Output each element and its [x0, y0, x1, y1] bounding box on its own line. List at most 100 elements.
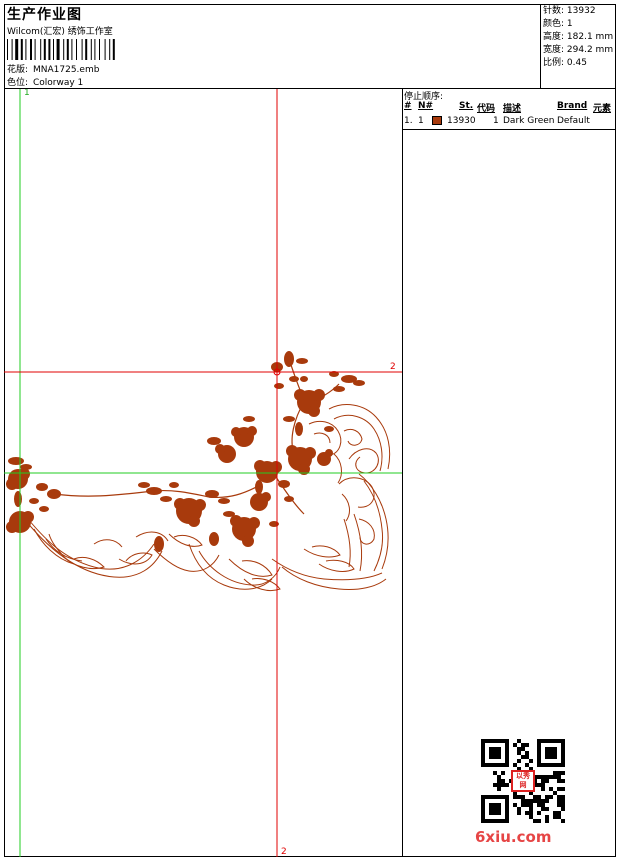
- qr-module: [497, 787, 501, 791]
- qr-module: [533, 819, 537, 823]
- barcode-bar: [63, 39, 65, 60]
- qr-module: [557, 815, 561, 819]
- qr-module: [553, 775, 557, 779]
- qr-module: [561, 771, 565, 775]
- stat-scale: 比例: 0.45: [543, 58, 587, 68]
- barcode-bar: [15, 39, 19, 60]
- design-value: MNA1725.emb: [33, 65, 100, 75]
- qr-module: [545, 819, 549, 823]
- design-row: 花版: MNA1725.emb: [7, 62, 99, 75]
- qr-module: [545, 775, 549, 779]
- qr-module: [553, 791, 557, 795]
- qr-module: [517, 747, 521, 751]
- barcode-bar: [30, 39, 32, 60]
- qr-module: [513, 803, 517, 807]
- qr-module: [525, 755, 529, 759]
- qr-module: [545, 807, 549, 811]
- barcode-bar: [90, 39, 92, 60]
- qr-module: [545, 799, 549, 803]
- colorway-row: 色位: Colorway 1: [7, 75, 83, 88]
- colorway-value: Colorway 1: [33, 78, 84, 88]
- qr-module: [501, 771, 505, 775]
- qr-module: [541, 787, 545, 791]
- barcode-bar: [104, 39, 106, 60]
- qr-module: [513, 743, 517, 747]
- embroidery-design: [4, 89, 402, 857]
- qr-module: [557, 779, 561, 783]
- design-label: 花版:: [7, 65, 29, 75]
- qr-module: [541, 779, 545, 783]
- qr-module: [521, 743, 525, 747]
- barcode-bar: [34, 39, 36, 60]
- qr-module: [545, 795, 549, 799]
- qr-module: [557, 803, 561, 807]
- barcode-bar: [25, 39, 27, 60]
- qr-module: [537, 811, 541, 815]
- barcode-bar: [66, 39, 69, 60]
- qr-module: [561, 807, 565, 811]
- qr-module: [525, 803, 529, 807]
- qr-module: [513, 795, 517, 799]
- qr-module: [553, 771, 557, 775]
- barcode-bar: [99, 39, 100, 60]
- qr-module: [541, 807, 545, 811]
- col-index: #: [404, 101, 412, 111]
- col-element: 元素: [593, 104, 612, 114]
- stat-height: 高度: 182.1 mm: [543, 32, 614, 42]
- barcode-bar: [81, 39, 83, 60]
- qr-module: [549, 795, 553, 799]
- row-index: 1.: [404, 116, 413, 126]
- barcode-bar: [85, 39, 88, 60]
- qr-module: [541, 775, 545, 779]
- barcode-bar: [11, 39, 13, 60]
- qr-module: [557, 799, 561, 803]
- qr-module: [525, 763, 529, 767]
- qr-module: [513, 763, 517, 767]
- studio-name: Wilcom(汇宏) 绣饰工作室: [7, 27, 113, 37]
- barcode-bar: [40, 39, 42, 60]
- qr-module: [557, 811, 561, 815]
- qr-module: [505, 783, 509, 787]
- qr-module: [517, 811, 521, 815]
- qr-finder: [489, 747, 501, 759]
- barcode-bar: [20, 39, 23, 60]
- stems: [53, 358, 340, 515]
- qr-module: [561, 803, 565, 807]
- col-description: 描述: [503, 104, 522, 114]
- qr-module: [501, 783, 505, 787]
- qr-module: [497, 779, 501, 783]
- scroll-outline: [23, 404, 391, 592]
- qr-module: [521, 747, 525, 751]
- panel-divider: [403, 129, 616, 130]
- qr-finder: [489, 803, 501, 815]
- qr-module: [545, 779, 549, 783]
- qr-module: [561, 799, 565, 803]
- qr-module: [557, 795, 561, 799]
- qr-module: [529, 807, 533, 811]
- barcode-bar: [7, 39, 8, 60]
- qr-module: [561, 819, 565, 823]
- qr-module: [501, 779, 505, 783]
- stats-box: 针数: 13932 颜色: 1 高度: 182.1 mm 宽度: 294.2 m…: [540, 4, 616, 88]
- qr-module: [541, 799, 545, 803]
- row-code: 1: [493, 116, 499, 126]
- qr-module: [521, 755, 525, 759]
- col-brand: Brand: [557, 101, 588, 111]
- qr-module: [521, 795, 525, 799]
- qr-module: [537, 799, 541, 803]
- row-needle: 1: [418, 116, 424, 126]
- barcode: [7, 39, 115, 60]
- qr-module: [529, 815, 533, 819]
- qr-module: [537, 795, 541, 799]
- barcode-bar: [53, 39, 54, 60]
- header: 生产作业图 Wilcom(汇宏) 绣饰工作室 花版: MNA1725.emb 色位…: [4, 4, 541, 88]
- stat-width: 宽度: 294.2 mm: [543, 45, 614, 55]
- colorway-label: 色位:: [7, 78, 29, 88]
- qr-module: [521, 799, 525, 803]
- qr-module: [525, 743, 529, 747]
- qr-module: [533, 795, 537, 799]
- qr-module: [529, 811, 533, 815]
- qr-module: [533, 799, 537, 803]
- barcode-bar: [56, 39, 60, 60]
- barcode-bar: [109, 39, 111, 60]
